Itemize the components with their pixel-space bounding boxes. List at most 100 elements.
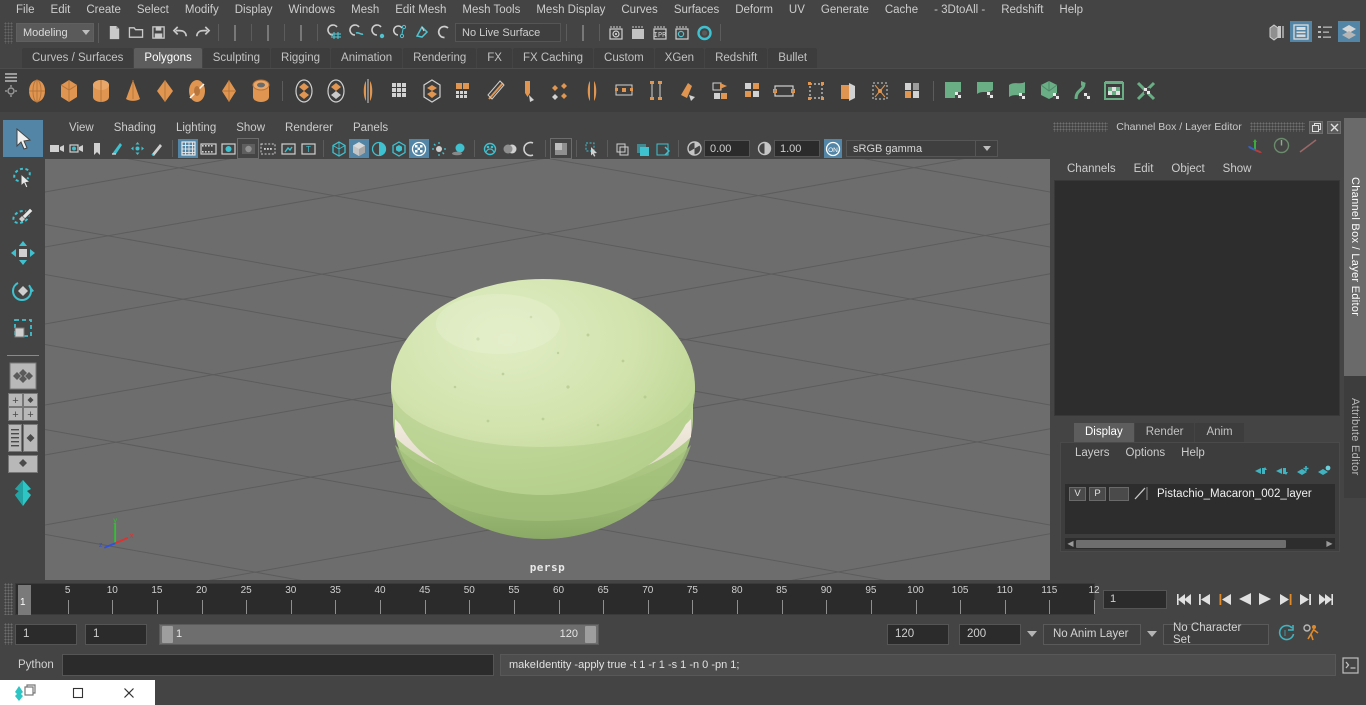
ipr-render-icon[interactable]: IPR (649, 22, 671, 43)
make-live-icon[interactable] (433, 22, 455, 43)
step-back-keyframe-icon[interactable] (1196, 589, 1214, 609)
shelf-tab-animation[interactable]: Animation (331, 48, 403, 68)
xray-icon[interactable] (613, 139, 633, 158)
menu-edit-mesh[interactable]: Edit Mesh (387, 0, 454, 20)
command-language-label[interactable]: Python (0, 659, 62, 671)
polygon-sphere-icon[interactable] (22, 74, 52, 108)
shelf-tab-fx[interactable]: FX (477, 48, 512, 68)
show-hide-attribute-editor-icon[interactable] (1290, 21, 1312, 42)
step-forward-frame-icon[interactable] (1276, 589, 1294, 609)
menu-modify[interactable]: Modify (177, 0, 227, 20)
lasso-select-tool[interactable] (3, 158, 43, 195)
anim-start-time-field[interactable]: 1 (15, 623, 77, 645)
channel-speed-icon[interactable] (1273, 137, 1290, 157)
menu-uv[interactable]: UV (781, 0, 813, 20)
shelf-tab-custom[interactable]: Custom (594, 48, 654, 68)
go-to-start-icon[interactable] (1176, 589, 1194, 609)
shaded-wireframe-icon[interactable] (369, 139, 389, 158)
menu-display[interactable]: Display (227, 0, 281, 20)
layer-color-swatch-icon[interactable] (1132, 486, 1150, 501)
open-scene-icon[interactable] (125, 22, 147, 43)
persp-graph-layout-icon[interactable] (3, 455, 43, 473)
anim-layer-field[interactable]: No Anim Layer (1043, 623, 1141, 645)
play-forwards-icon[interactable] (1256, 589, 1274, 609)
menuset-selector[interactable]: Modeling (16, 23, 94, 42)
menu-deform[interactable]: Deform (727, 0, 781, 20)
film-gate-icon[interactable] (198, 139, 218, 158)
anim-layer-chevron-down-icon[interactable] (1027, 631, 1037, 637)
hardware-texturing-icon[interactable] (389, 139, 409, 158)
viewport-menu-lighting[interactable]: Lighting (166, 118, 226, 138)
go-to-end-icon[interactable] (1316, 589, 1334, 609)
layer-menu-layers[interactable]: Layers (1067, 443, 1118, 463)
range-start-time-field[interactable]: 1 (85, 623, 147, 645)
viewport-menu-view[interactable]: View (59, 118, 104, 138)
shelf-options-gear-icon[interactable] (4, 84, 18, 101)
layer-tab-display[interactable]: Display (1074, 423, 1134, 442)
image-plane-icon[interactable] (107, 139, 127, 158)
move-tool[interactable] (3, 234, 43, 271)
polygon-torus-icon[interactable] (182, 74, 212, 108)
list-item[interactable]: V P Pistachio_Macaron_002_layer (1065, 484, 1335, 501)
bridge-icon[interactable] (609, 74, 639, 108)
time-slider[interactable]: 1 5 10 15 20 25 30 35 40 45 50 55 60 65 70 75 80 85 90 95 1… (15, 583, 1100, 615)
select-by-object-icon[interactable] (257, 22, 279, 43)
command-input[interactable] (62, 654, 494, 676)
vtab-attribute-editor[interactable]: Attribute Editor (1344, 376, 1366, 498)
layer-visibility-toggle[interactable]: V (1069, 486, 1086, 501)
target-weld-icon[interactable] (545, 74, 575, 108)
gate-mask-icon[interactable] (237, 138, 259, 159)
status-line-grip[interactable] (4, 21, 13, 44)
menu-surfaces[interactable]: Surfaces (666, 0, 727, 20)
select-by-component-icon[interactable] (290, 22, 312, 43)
quad-draw-icon[interactable] (577, 74, 607, 108)
menu-mesh-tools[interactable]: Mesh Tools (454, 0, 528, 20)
uv-checker-map-icon[interactable] (1100, 74, 1130, 108)
color-management-toggle-icon[interactable]: ON (824, 139, 842, 158)
undo-icon[interactable] (169, 22, 191, 43)
new-layer-from-selected-icon[interactable] (1317, 465, 1331, 480)
scale-tool[interactable] (3, 310, 43, 347)
close-icon[interactable] (1327, 120, 1341, 134)
viewport-menu-renderer[interactable]: Renderer (275, 118, 343, 138)
show-hide-tool-settings-icon[interactable] (1314, 21, 1336, 42)
layer-menu-help[interactable]: Help (1173, 443, 1213, 463)
use-default-material-icon[interactable] (409, 139, 429, 158)
four-view-layout-icon[interactable]: + + + (3, 393, 43, 421)
layer-name-label[interactable]: Pistachio_Macaron_002_layer (1153, 488, 1312, 500)
xray-joints-icon[interactable] (633, 139, 653, 158)
menu-curves[interactable]: Curves (613, 0, 665, 20)
save-scene-icon[interactable] (147, 22, 169, 43)
color-management-dropdown-icon[interactable] (976, 140, 998, 157)
select-by-hierarchy-icon[interactable] (224, 22, 246, 43)
smooth-shade-all-icon[interactable] (349, 139, 369, 158)
shelf-tab-sculpting[interactable]: Sculpting (202, 48, 271, 68)
scroll-left-icon[interactable]: ◀ (1065, 538, 1076, 549)
separate-icon[interactable] (321, 74, 351, 108)
two-d-pan-zoom-icon[interactable] (127, 139, 147, 158)
uv-unfold-icon[interactable] (897, 74, 927, 108)
maya-app-icon[interactable] (0, 680, 52, 705)
perspective-viewport[interactable]: y x z persp (45, 159, 1050, 580)
character-set-field[interactable]: No Character Set (1163, 622, 1269, 646)
character-set-chevron-down-icon[interactable] (1147, 631, 1157, 637)
macaron-3d-object[interactable] (383, 269, 703, 564)
range-slider-left-handle[interactable] (162, 625, 173, 643)
bevel-icon[interactable] (481, 74, 511, 108)
menu-edit[interactable]: Edit (43, 0, 79, 20)
grease-pencil-icon[interactable] (147, 139, 167, 158)
paint-select-tool[interactable] (3, 196, 43, 233)
menu-redshift[interactable]: Redshift (993, 0, 1051, 20)
wireframe-icon[interactable] (329, 139, 349, 158)
select-tool[interactable] (2, 120, 43, 157)
channelbox-menu-object[interactable]: Object (1162, 158, 1213, 180)
vtab-channel-box-layer-editor[interactable]: Channel Box / Layer Editor (1344, 118, 1366, 376)
uv-automatic-icon[interactable] (865, 74, 895, 108)
range-slider[interactable]: 1 120 (159, 623, 599, 645)
motion-blur-icon[interactable] (500, 139, 520, 158)
animation-preferences-icon[interactable] (1302, 623, 1321, 645)
fill-hole-icon[interactable] (641, 74, 671, 108)
multisample-icon[interactable] (520, 139, 540, 158)
live-surface-field[interactable]: No Live Surface (455, 23, 561, 42)
shelf-tab-bullet[interactable]: Bullet (768, 48, 818, 68)
